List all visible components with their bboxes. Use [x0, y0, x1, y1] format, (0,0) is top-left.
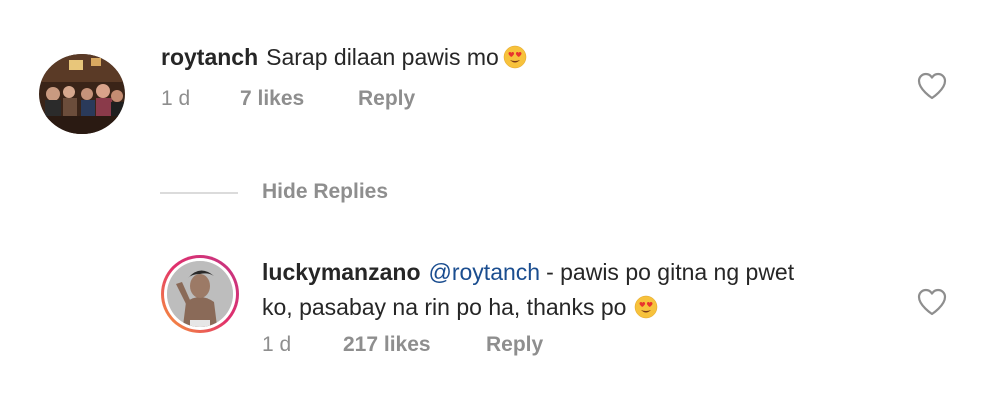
- reply-text-line1: - pawis po gitna ng pwet: [546, 259, 795, 285]
- comment-username[interactable]: roytanch: [161, 44, 258, 70]
- heart-eyes-emoji-icon: [634, 294, 658, 329]
- reply-mention-link[interactable]: @roytanch: [429, 259, 541, 285]
- reply-body: luckymanzano @roytanch - pawis po gitna ng…: [262, 255, 902, 329]
- like-heart-icon[interactable]: [917, 72, 947, 100]
- reply-likes-count[interactable]: 217 likes: [343, 333, 486, 357]
- comment-body: roytanch Sarap dilaan pawis mo: [161, 40, 527, 79]
- comment-timestamp: 1 d: [161, 87, 191, 110]
- like-heart-icon[interactable]: [917, 288, 947, 316]
- replies-divider: [160, 192, 238, 194]
- hide-replies-button[interactable]: Hide Replies: [262, 180, 388, 204]
- reply-text-line2: ko, pasabay na rin po ha, thanks po: [262, 294, 627, 320]
- avatar-luckymanzano[interactable]: [160, 254, 240, 334]
- comment-likes-count[interactable]: 7 likes: [240, 87, 358, 111]
- reply-timestamp: 1 d: [262, 333, 292, 356]
- avatar-roytanch[interactable]: [39, 54, 125, 134]
- comment-reply-button[interactable]: Reply: [358, 87, 415, 111]
- reply-meta: 1 d 217 likes Reply: [262, 333, 543, 357]
- reply-reply-button[interactable]: Reply: [486, 333, 543, 357]
- comment-meta: 1 d 7 likes Reply: [161, 87, 415, 111]
- group-photo-avatar-image: [39, 54, 125, 134]
- reply-username[interactable]: luckymanzano: [262, 259, 421, 285]
- story-ring-avatar-image: [161, 255, 239, 333]
- comment-text: Sarap dilaan pawis mo: [266, 44, 499, 70]
- comments-panel: roytanch Sarap dilaan pawis mo 1 d 7 like…: [0, 0, 1000, 414]
- heart-eyes-emoji-icon: [503, 44, 527, 79]
